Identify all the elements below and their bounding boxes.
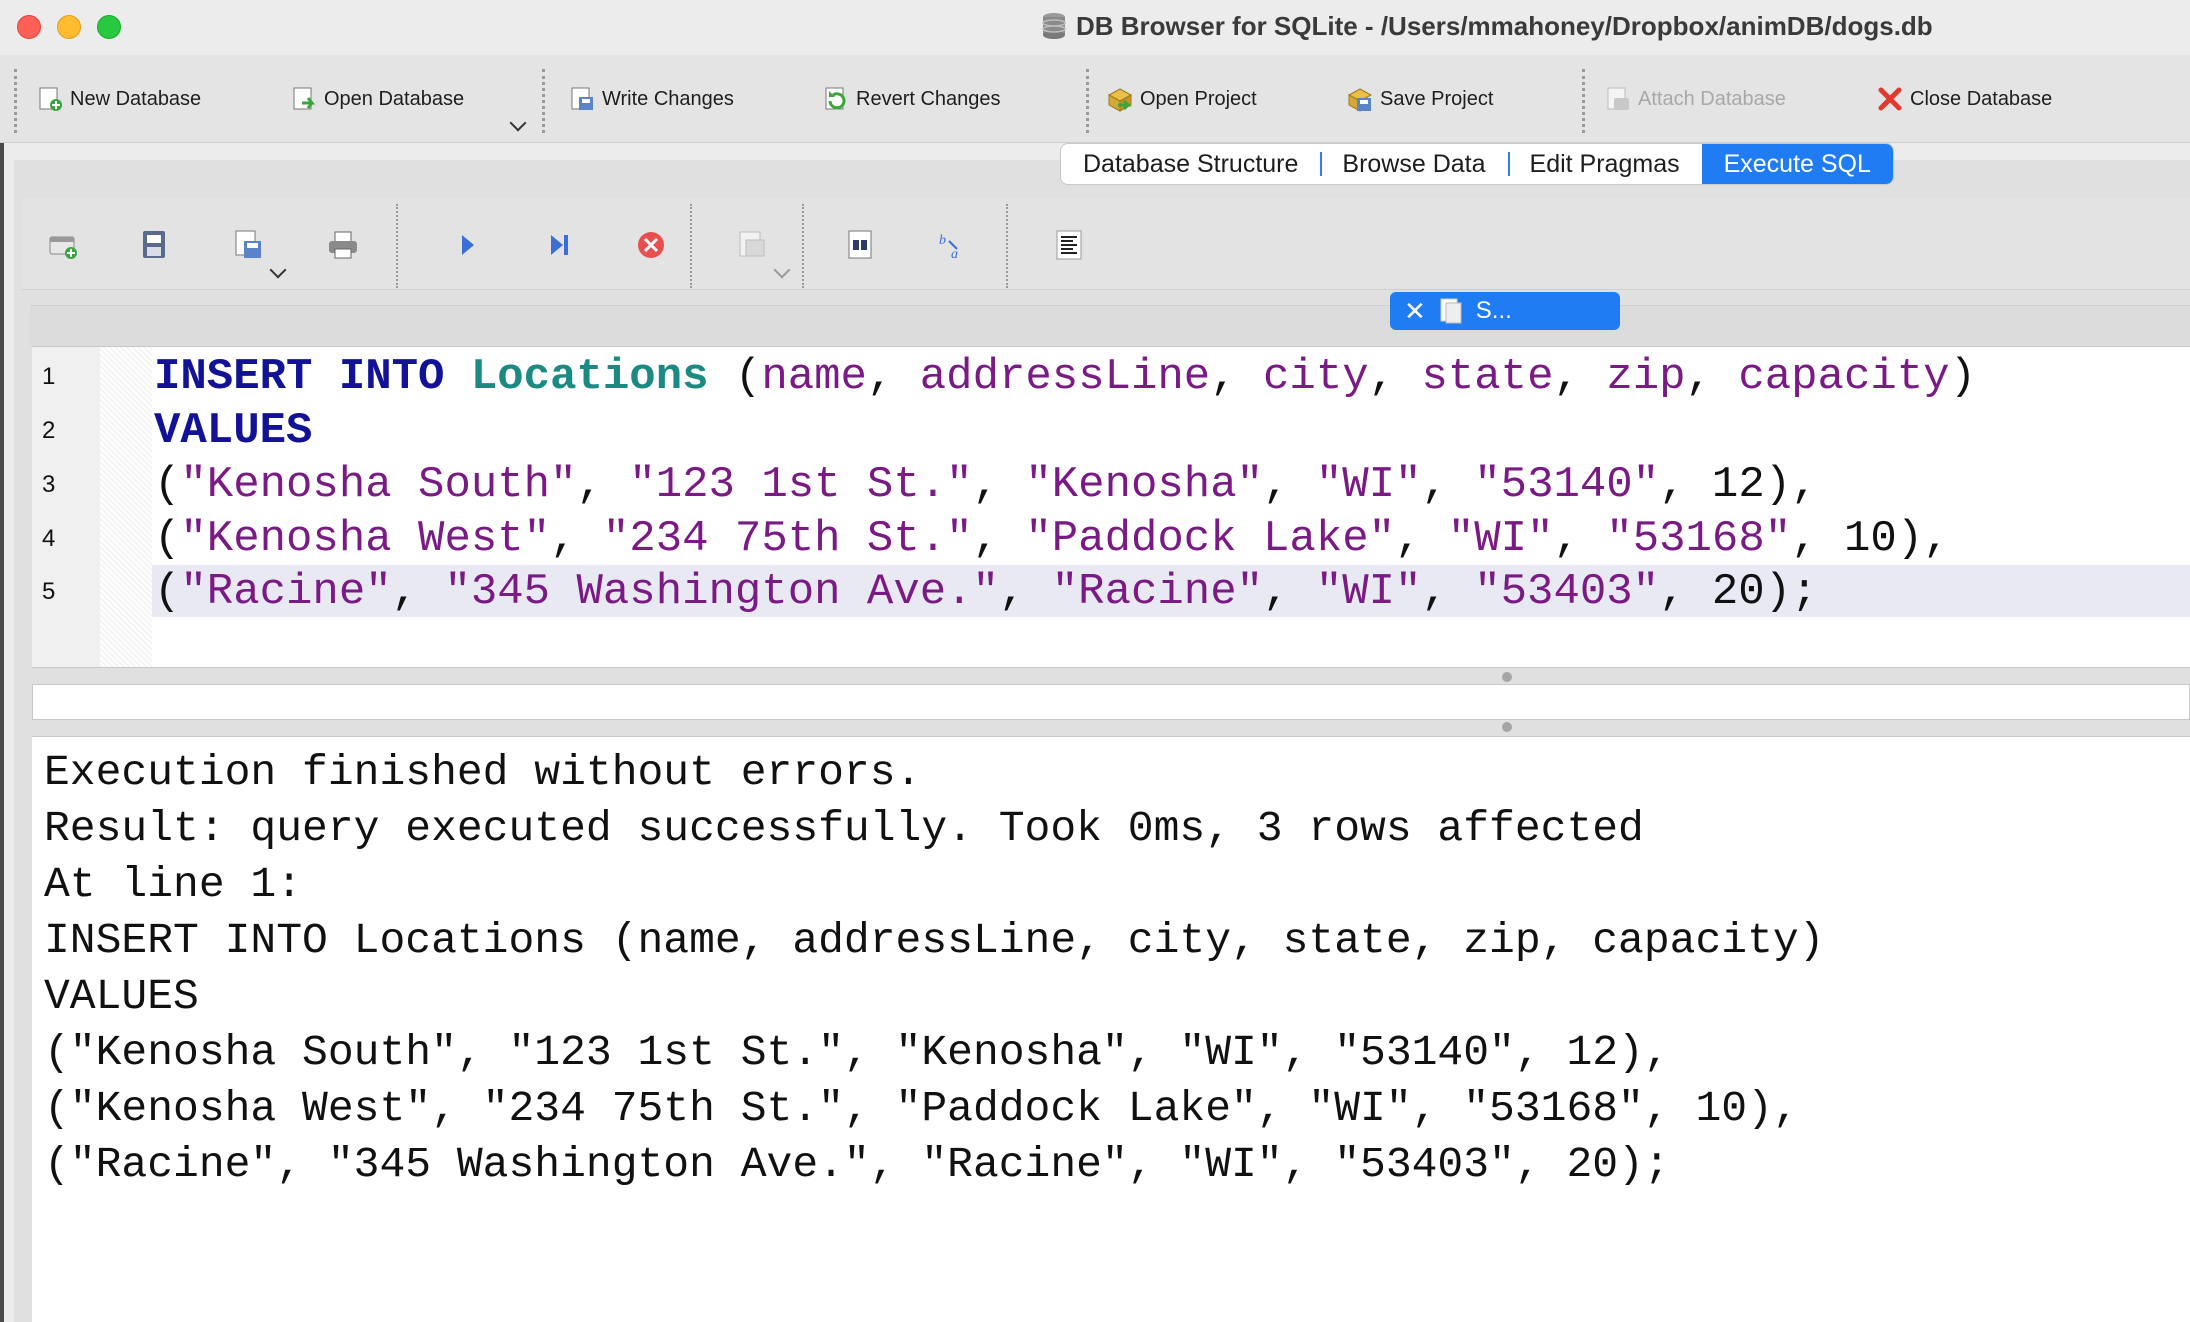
open-database-dropdown-chevron-icon[interactable]	[509, 114, 527, 132]
comment-lines-icon[interactable]	[1052, 228, 1086, 262]
tab-database-structure[interactable]: Database Structure	[1061, 144, 1320, 184]
write-changes-label: Write Changes	[602, 87, 734, 110]
output-line: At line 1:	[44, 860, 303, 909]
write-changes-icon	[571, 87, 593, 110]
editor-tab[interactable]: ✕ S...	[1390, 292, 1620, 330]
revert-changes-icon	[825, 87, 846, 110]
output-line: INSERT INTO Locations (name, addressLine…	[44, 916, 1825, 965]
toolbar-separator	[802, 204, 804, 288]
new-database-icon	[39, 87, 62, 111]
close-tab-icon[interactable]: ✕	[1404, 298, 1426, 324]
write-changes-button[interactable]: Write Changes	[568, 79, 734, 119]
close-database-button[interactable]: Close Database	[1876, 79, 2052, 119]
code-line-3: ("Kenosha South", "123 1st St.", "Kenosh…	[154, 460, 1818, 510]
attach-database-button[interactable]: Attach Database	[1604, 79, 1786, 119]
tab-execute-sql[interactable]: Execute SQL	[1701, 144, 1893, 184]
sql-editor[interactable]: 1 INSERT INTO Locations (name, addressLi…	[32, 346, 2190, 668]
open-project-label: Open Project	[1140, 87, 1257, 110]
toolbar-separator	[1582, 69, 1585, 133]
main-tab-bar: Database Structure Browse Data Edit Prag…	[1060, 143, 1894, 185]
save-sql-file-icon[interactable]	[232, 228, 266, 262]
execute-all-icon[interactable]	[450, 228, 484, 262]
window-close-button[interactable]	[17, 15, 41, 39]
database-icon	[1042, 13, 1066, 39]
code-line-2: VALUES	[154, 406, 313, 456]
main-toolbar: New Database Open Database Write Changes…	[0, 55, 2190, 143]
svg-text:b: b	[939, 233, 946, 248]
open-sql-file-icon[interactable]	[138, 228, 172, 262]
line-number: 3	[42, 471, 56, 498]
toolbar-separator	[14, 69, 17, 133]
svg-text:a: a	[951, 247, 958, 262]
window-title: DB Browser for SQLite - /Users/mmahoney/…	[1040, 10, 1933, 42]
output-line: Execution finished without errors.	[44, 748, 922, 797]
output-line: Result: query executed successfully. Too…	[44, 804, 1644, 853]
line-number: 5	[42, 578, 56, 605]
window-edge	[0, 143, 4, 1322]
editor-tab-label: S...	[1475, 297, 1512, 324]
find-text-icon[interactable]	[844, 228, 878, 262]
open-database-button[interactable]: Open Database	[290, 79, 464, 119]
line-number: 1	[42, 363, 56, 390]
save-results-icon[interactable]	[736, 228, 770, 262]
output-line: ("Kenosha West", "234 75th St.", "Paddoc…	[44, 1084, 1799, 1133]
new-database-button[interactable]: New Database	[36, 79, 201, 119]
revert-changes-button[interactable]: Revert Changes	[822, 79, 1001, 119]
print-icon[interactable]	[326, 228, 360, 262]
attach-database-icon	[1607, 87, 1629, 110]
editor-line: 5 ("Racine", "345 Washington Ave.", "Rac…	[32, 565, 2190, 619]
open-database-label: Open Database	[324, 87, 465, 110]
revert-changes-label: Revert Changes	[856, 87, 1001, 110]
line-number: 4	[42, 525, 56, 552]
open-tab-icon[interactable]	[46, 228, 80, 262]
output-line: VALUES	[44, 972, 199, 1021]
message-pane[interactable]: Execution finished without errors. Resul…	[32, 736, 2190, 1322]
title-bar: DB Browser for SQLite - /Users/mmahoney/…	[0, 0, 2190, 52]
save-sql-dropdown-chevron-icon[interactable]	[269, 261, 287, 279]
toolbar-separator	[1006, 204, 1008, 288]
output-line: ("Kenosha South", "123 1st St.", "Kenosh…	[44, 1028, 1670, 1077]
stop-execution-icon[interactable]	[634, 228, 668, 262]
close-database-icon	[1878, 87, 1902, 111]
editor-line: 4 ("Kenosha West", "234 75th St.", "Padd…	[32, 512, 2190, 566]
editor-line: 3 ("Kenosha South", "123 1st St.", "Keno…	[32, 458, 2190, 512]
toolbar-separator	[396, 204, 398, 288]
open-project-icon	[1107, 88, 1133, 112]
save-project-icon	[1347, 88, 1373, 112]
toolbar-separator	[690, 204, 692, 288]
editor-line: 1 INSERT INTO Locations (name, addressLi…	[32, 350, 2190, 404]
code-line-5: ("Racine", "345 Washington Ave.", "Racin…	[154, 567, 1818, 617]
save-results-dropdown-chevron-icon[interactable]	[773, 261, 791, 279]
code-line-4: ("Kenosha West", "234 75th St.", "Paddoc…	[154, 514, 1950, 564]
execute-current-line-icon[interactable]	[542, 228, 576, 262]
splitter-handle[interactable]	[1502, 722, 1512, 732]
window-title-text: DB Browser for SQLite - /Users/mmahoney/…	[1076, 10, 1933, 41]
editor-tab-strip	[30, 305, 2190, 347]
line-number: 2	[42, 417, 56, 444]
tab-edit-pragmas[interactable]: Edit Pragmas	[1507, 144, 1702, 184]
open-project-button[interactable]: Open Project	[1106, 79, 1257, 119]
splitter-handle[interactable]	[1502, 672, 1512, 682]
find-replace-icon[interactable]: b a	[936, 228, 970, 262]
new-database-label: New Database	[70, 87, 202, 110]
save-project-button[interactable]: Save Project	[1346, 79, 1493, 119]
attach-database-label: Attach Database	[1638, 87, 1786, 110]
output-line: ("Racine", "345 Washington Ave.", "Racin…	[44, 1140, 1670, 1189]
editor-line: 2 VALUES	[32, 404, 2190, 458]
tab-browse-data[interactable]: Browse Data	[1320, 144, 1507, 184]
code-line-1: INSERT INTO Locations (name, addressLine…	[154, 352, 1976, 402]
toolbar-separator	[542, 69, 545, 133]
open-database-icon	[293, 87, 316, 110]
window-maximize-button[interactable]	[97, 15, 121, 39]
sql-file-icon	[1440, 298, 1462, 324]
results-grid[interactable]	[32, 684, 2190, 720]
toolbar-separator	[1086, 69, 1089, 133]
sql-toolbar: b a	[22, 198, 2190, 290]
save-project-label: Save Project	[1380, 87, 1494, 110]
window-minimize-button[interactable]	[57, 15, 81, 39]
close-database-label: Close Database	[1910, 87, 2053, 110]
